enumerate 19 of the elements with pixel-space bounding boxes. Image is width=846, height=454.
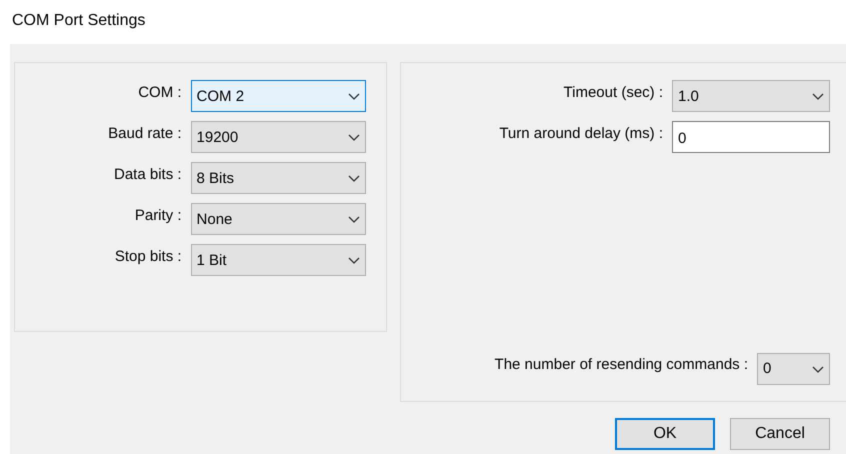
field-label: Baud rate : <box>108 124 182 144</box>
dialog-button[interactable]: Cancel <box>730 418 830 450</box>
field-label: Timeout (sec) : <box>564 82 663 103</box>
field-label: The number of resending commands : <box>494 355 748 376</box>
dropdown[interactable]: 8 Bits <box>190 162 366 194</box>
input-field[interactable]: 0 <box>672 121 830 153</box>
window-title: COM Port Settings <box>11 11 146 31</box>
field-label: Stop bits : <box>114 246 182 267</box>
field-label: COM : <box>138 82 182 103</box>
dropdown[interactable]: 1.0 <box>672 80 830 112</box>
dropdown[interactable]: 1 Bit <box>190 244 366 276</box>
dropdown[interactable]: COM 2 <box>190 80 366 112</box>
field-label: Data bits : <box>114 164 182 185</box>
dialog-button[interactable]: OK <box>615 418 715 450</box>
field-label: Parity : <box>134 206 182 226</box>
dropdown[interactable]: 0 <box>757 352 830 384</box>
dropdown[interactable]: None <box>190 203 366 235</box>
field-label: Turn around delay (ms) : <box>499 124 663 144</box>
dropdown[interactable]: 19200 <box>190 121 366 153</box>
